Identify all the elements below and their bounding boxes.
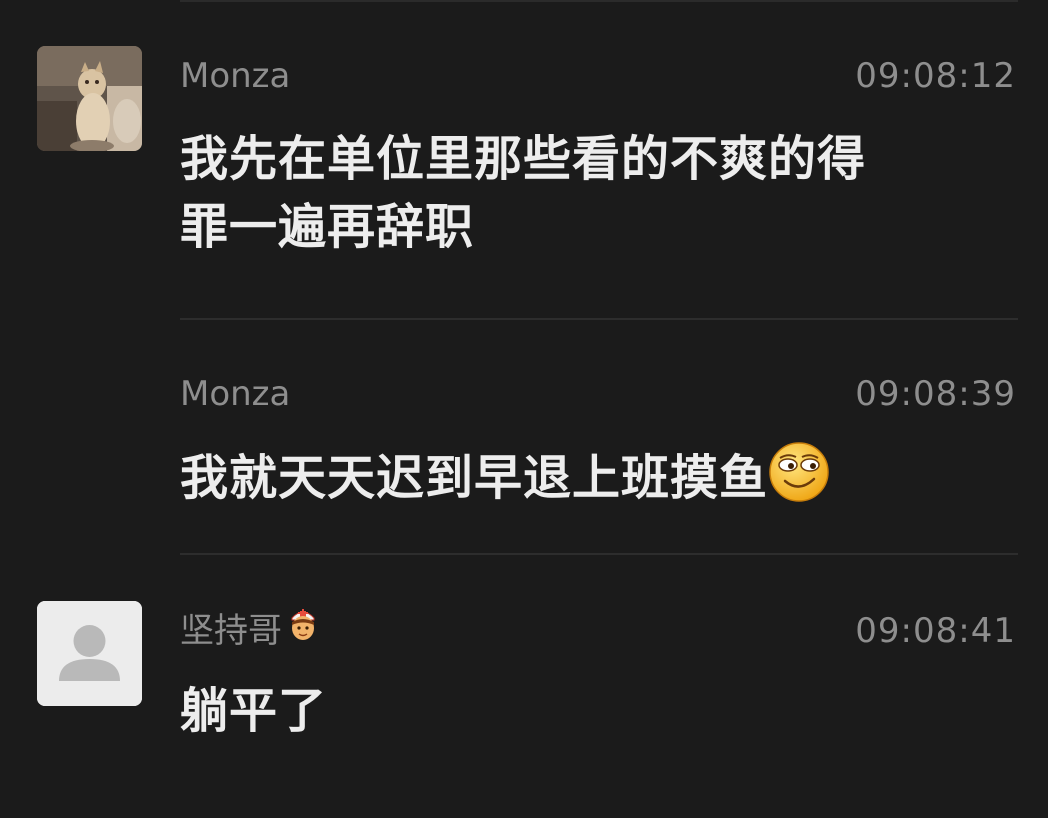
message-text-content: 我就天天迟到早退上班摸鱼 <box>180 450 769 506</box>
nurse-face-emoji-icon <box>288 606 318 651</box>
message-text: 我先在单位里那些看的不爽的得 罪一遍再辞职 <box>180 125 1000 261</box>
chat-message: Monza 09:08:39 我就天天迟到早退上班摸鱼 <box>0 320 1048 555</box>
cat-photo-avatar-icon <box>37 46 142 151</box>
sender-name[interactable]: 坚持哥 <box>180 609 318 651</box>
chat-message: Monza 09:08:12 我先在单位里那些看的不爽的得 罪一遍再辞职 <box>0 0 1048 320</box>
chat-message: 坚持哥 09:08:41 躺平了 <box>0 555 1048 818</box>
message-text: 躺平了 <box>180 683 328 739</box>
message-text-line: 罪一遍再辞职 <box>180 199 475 255</box>
smirk-face-emoji-icon <box>768 441 830 521</box>
avatar-jianchige[interactable] <box>37 601 142 706</box>
message-time: 09:08:12 <box>855 56 1016 96</box>
sender-name[interactable]: Monza <box>180 374 290 414</box>
sender-name[interactable]: Monza <box>180 56 290 96</box>
message-text: 我就天天迟到早退上班摸鱼 <box>180 441 1040 521</box>
message-time: 09:08:41 <box>855 611 1016 651</box>
message-text-line: 我先在单位里那些看的不爽的得 <box>180 131 867 187</box>
sender-name-text: 坚持哥 <box>180 611 282 651</box>
default-user-avatar-icon <box>37 601 142 706</box>
message-time: 09:08:39 <box>855 374 1016 414</box>
avatar-monza[interactable] <box>37 46 142 151</box>
